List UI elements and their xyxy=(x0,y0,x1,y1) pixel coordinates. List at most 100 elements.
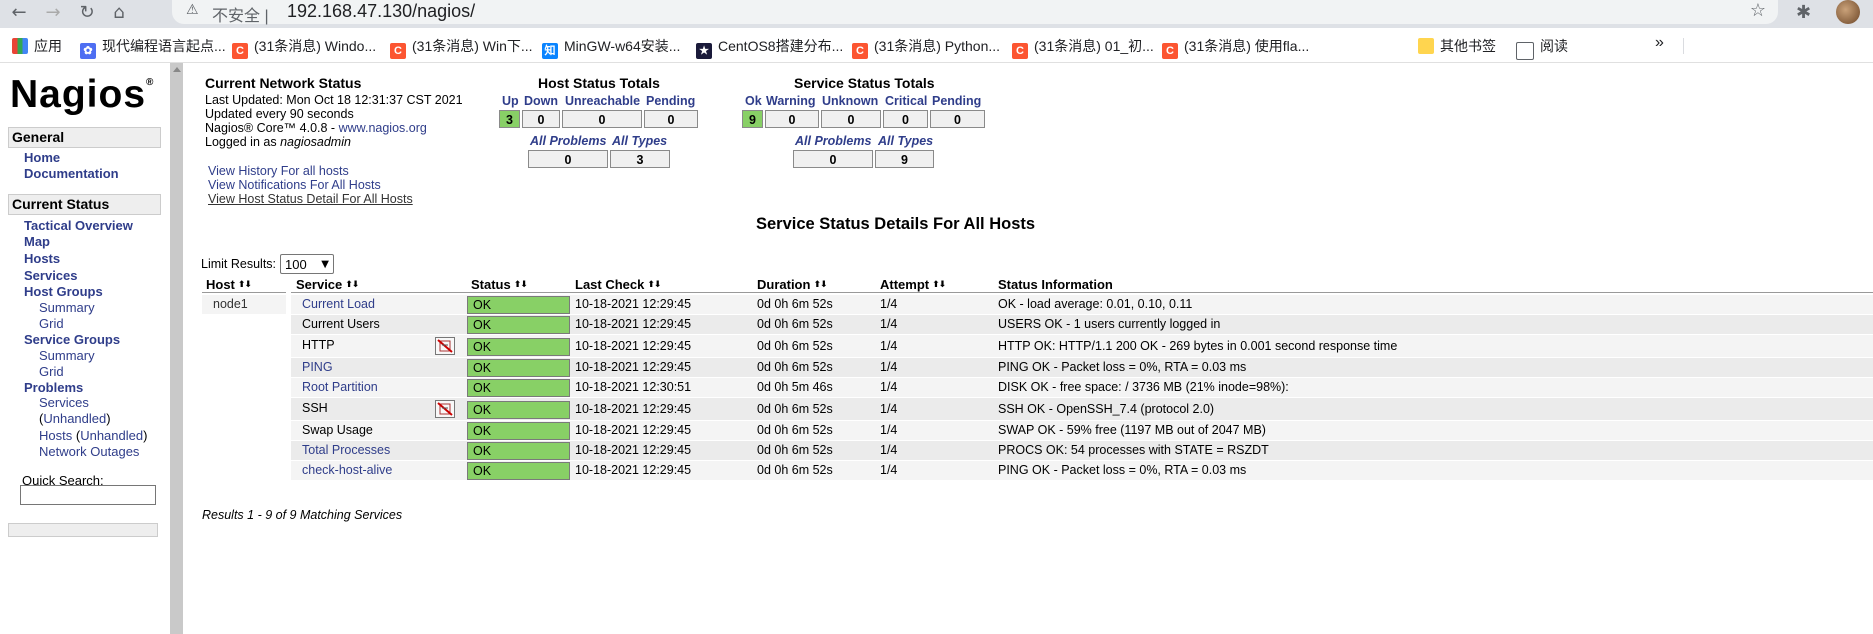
service-link[interactable]: Current Load xyxy=(302,295,375,314)
nav-home[interactable]: Home xyxy=(24,150,60,165)
col-status: Status ⬆⬇ xyxy=(471,277,528,292)
nav-tactical-overview[interactable]: Tactical Overview xyxy=(24,218,133,233)
sidebar-scrollbar[interactable] xyxy=(170,63,183,634)
sort-arrows-icon[interactable]: ⬆⬇ xyxy=(238,280,252,290)
duration: 0d 0h 6m 52s xyxy=(757,339,833,353)
nav-host-groups-summary[interactable]: Summary xyxy=(39,300,95,315)
svc-warning-header[interactable]: Warning xyxy=(766,94,816,108)
status-info: PING OK - Packet loss = 0%, RTA = 0.03 m… xyxy=(998,463,1247,477)
host-all-types-header[interactable]: All Types xyxy=(612,134,667,148)
svc-unknown-count[interactable]: 0 xyxy=(821,110,881,128)
reading-list-icon: ≡ xyxy=(1516,42,1534,60)
host-unreachable-count[interactable]: 0 xyxy=(562,110,642,128)
reading-list[interactable]: ≡ 阅读 xyxy=(1516,36,1568,60)
sort-arrows-icon[interactable]: ⬆⬇ xyxy=(647,280,661,290)
host-all-problems-count[interactable]: 0 xyxy=(528,150,608,168)
nav-hosts[interactable]: Hosts xyxy=(24,251,60,266)
service-link[interactable]: SSH xyxy=(302,399,328,418)
svc-pending-header[interactable]: Pending xyxy=(932,94,981,108)
sort-arrows-icon[interactable]: ⬆⬇ xyxy=(813,280,827,290)
home-icon[interactable]: ⌂ xyxy=(106,2,132,24)
svc-ok-header[interactable]: Ok xyxy=(745,94,762,108)
address-bar[interactable]: ⚠ 不安全 | 192.168.47.130/nagios/ ☆ xyxy=(172,0,1778,25)
notifications-disabled-icon[interactable] xyxy=(435,337,455,355)
host-all-problems-header[interactable]: All Problems xyxy=(530,134,606,148)
service-link[interactable]: HTTP xyxy=(302,336,335,355)
core-version: Nagios® Core™ 4.0.8 - www.nagios.org xyxy=(205,121,427,135)
svc-all-types-count[interactable]: 9 xyxy=(875,150,934,168)
bookmarks-overflow-chevron[interactable]: » xyxy=(1655,34,1664,52)
service-link[interactable]: Swap Usage xyxy=(302,421,373,440)
main-content: Current Network Status Last Updated: Mon… xyxy=(190,63,1873,634)
reload-icon[interactable]: ↻ xyxy=(74,2,100,24)
service-link[interactable]: PING xyxy=(302,358,333,377)
other-bookmarks[interactable]: 其他书签 xyxy=(1418,36,1496,56)
nagios-org-link[interactable]: www.nagios.org xyxy=(339,121,427,135)
sort-arrows-icon[interactable]: ⬆⬇ xyxy=(514,280,528,290)
nav-problems-services[interactable]: Services xyxy=(39,395,89,410)
bookmark-item[interactable]: C (31条消息) 使用fla... xyxy=(1162,36,1309,59)
bookmark-apps[interactable]: 应用 xyxy=(12,36,62,56)
nav-service-groups-summary[interactable]: Summary xyxy=(39,348,95,363)
service-link[interactable]: Root Partition xyxy=(302,378,378,397)
service-link[interactable]: check-host-alive xyxy=(302,461,392,480)
sort-arrows-icon[interactable]: ⬆⬇ xyxy=(345,280,359,290)
profile-avatar[interactable] xyxy=(1836,0,1860,24)
nav-problems-hosts[interactable]: Hosts (Unhandled) xyxy=(39,428,147,443)
host-pending-count[interactable]: 0 xyxy=(644,110,698,128)
nav-network-outages[interactable]: Network Outages xyxy=(39,444,139,459)
host-down-header[interactable]: Down xyxy=(524,94,558,108)
back-arrow-icon[interactable]: ← xyxy=(6,2,32,24)
nav-documentation[interactable]: Documentation xyxy=(24,166,119,181)
host-down-count[interactable]: 0 xyxy=(522,110,560,128)
view-host-status-link[interactable]: View Host Status Detail For All Hosts xyxy=(208,192,413,206)
service-link[interactable]: Current Users xyxy=(302,315,380,334)
limit-results-label: Limit Results: xyxy=(201,257,277,271)
bookmark-item[interactable]: C (31条消息) Windo... xyxy=(232,36,376,59)
nav-service-groups[interactable]: Service Groups xyxy=(24,332,120,347)
host-up-count[interactable]: 3 xyxy=(499,110,520,128)
notifications-disabled-icon[interactable] xyxy=(435,400,455,418)
nav-host-groups[interactable]: Host Groups xyxy=(24,284,103,299)
nav-problems[interactable]: Problems xyxy=(24,380,83,395)
bookmark-star-icon[interactable]: ☆ xyxy=(1750,0,1766,21)
extensions-puzzle-icon[interactable]: ✱ xyxy=(1796,2,1811,23)
limit-results-select[interactable]: 100 ▼ xyxy=(280,254,334,274)
bookmark-item[interactable]: C (31条消息) Python... xyxy=(852,36,1000,59)
nav-map[interactable]: Map xyxy=(24,234,50,249)
bookmark-item[interactable]: C (31条消息) Win下... xyxy=(390,36,533,59)
nav-host-groups-grid[interactable]: Grid xyxy=(39,316,64,331)
host-up-header[interactable]: Up xyxy=(502,94,519,108)
svc-all-problems-header[interactable]: All Problems xyxy=(795,134,871,148)
host-node1-link[interactable]: node1 xyxy=(213,295,248,314)
bookmark-item[interactable]: 知 MinGW-w64安装... xyxy=(542,36,680,59)
host-pending-header[interactable]: Pending xyxy=(646,94,695,108)
view-notifications-link[interactable]: View Notifications For All Hosts xyxy=(208,178,381,192)
header-underline xyxy=(202,292,286,293)
service-link[interactable]: Total Processes xyxy=(302,441,390,460)
nagios-logo[interactable]: Nagios® xyxy=(10,73,154,117)
host-all-types-count[interactable]: 3 xyxy=(610,150,670,168)
svc-all-types-header[interactable]: All Types xyxy=(878,134,933,148)
quick-search-input[interactable] xyxy=(20,485,156,505)
bookmark-item[interactable]: ✿ 现代编程语言起点... xyxy=(80,36,226,59)
svc-pending-count[interactable]: 0 xyxy=(930,110,985,128)
nav-service-groups-grid[interactable]: Grid xyxy=(39,364,64,379)
bookmark-item[interactable]: ★ CentOS8搭建分布... xyxy=(696,36,843,59)
svc-ok-count[interactable]: 9 xyxy=(742,110,763,128)
host-unreachable-header[interactable]: Unreachable xyxy=(565,94,640,108)
view-history-link[interactable]: View History For all hosts xyxy=(208,164,349,178)
svc-critical-header[interactable]: Critical xyxy=(885,94,927,108)
svc-critical-count[interactable]: 0 xyxy=(883,110,928,128)
nav-services[interactable]: Services xyxy=(24,268,78,283)
svc-unknown-header[interactable]: Unknown xyxy=(822,94,878,108)
nav-problems-services-unhandled[interactable]: (Unhandled) xyxy=(39,411,111,426)
url-text[interactable]: 192.168.47.130/nagios/ xyxy=(287,1,475,22)
scroll-up-arrow-icon[interactable] xyxy=(173,67,181,72)
sort-arrows-icon[interactable]: ⬆⬇ xyxy=(932,280,946,290)
svc-warning-count[interactable]: 0 xyxy=(765,110,819,128)
nav-problems-hosts-unhandled[interactable]: Unhandled xyxy=(80,428,143,443)
bookmark-item[interactable]: C (31条消息) 01_初... xyxy=(1012,36,1154,59)
svc-all-problems-count[interactable]: 0 xyxy=(793,150,873,168)
forward-arrow-icon[interactable]: → xyxy=(40,2,66,24)
